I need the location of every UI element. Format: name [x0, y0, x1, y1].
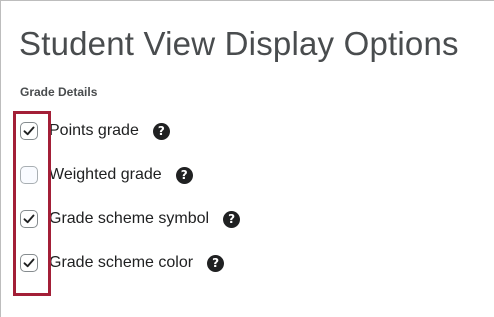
option-grade-scheme-color: Grade scheme color ?	[20, 250, 225, 276]
grade-scheme-symbol-checkbox[interactable]	[20, 210, 38, 228]
grade-scheme-color-checkbox[interactable]	[20, 254, 38, 272]
check-icon	[23, 214, 35, 224]
points-grade-label: Points grade	[49, 122, 139, 140]
question-circle-icon[interactable]: ?	[175, 166, 193, 184]
check-icon	[23, 258, 35, 268]
check-icon	[23, 126, 35, 136]
option-points-grade: Points grade ?	[20, 118, 170, 144]
option-grade-scheme-symbol: Grade scheme symbol ?	[20, 206, 241, 232]
points-grade-checkbox[interactable]	[20, 122, 38, 140]
grade-scheme-symbol-label: Grade scheme symbol	[49, 210, 210, 228]
option-weighted-grade: Weighted grade ?	[20, 162, 193, 188]
question-circle-icon[interactable]: ?	[207, 254, 225, 272]
page-title: Student View Display Options	[19, 25, 459, 62]
question-circle-icon[interactable]: ?	[223, 210, 241, 228]
section-heading-grade-details: Grade Details	[20, 85, 98, 99]
grade-scheme-color-label: Grade scheme color	[49, 254, 194, 272]
weighted-grade-checkbox[interactable]	[20, 166, 38, 184]
weighted-grade-label: Weighted grade	[49, 166, 162, 184]
question-circle-icon[interactable]: ?	[152, 122, 170, 140]
